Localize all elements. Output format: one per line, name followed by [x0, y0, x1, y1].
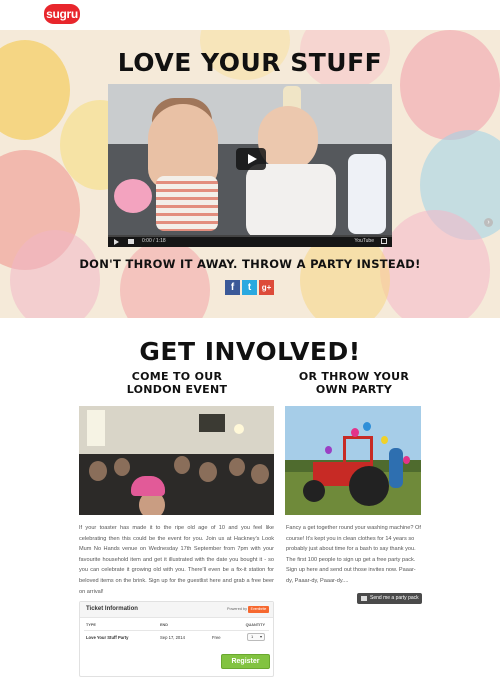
own-party-heading: OR THROW YOUR OWN PARTY [286, 370, 422, 396]
heading-line: LONDON EVENT [126, 383, 228, 396]
ticket-header: Ticket Information Powered by Eventbrite [80, 602, 273, 618]
column-header-quantity: QUANTITY [245, 623, 265, 627]
google-plus-share-icon[interactable]: g+ [259, 280, 274, 295]
photo-detail [114, 458, 130, 476]
london-event-description: If your toaster has made it to the ripe … [79, 525, 274, 595]
top-bar: sugru [0, 0, 500, 30]
balloon-decoration [400, 30, 500, 140]
facebook-share-icon[interactable]: f [225, 280, 240, 295]
london-event-photo [79, 406, 274, 515]
photo-detail [349, 466, 389, 506]
column-header-end: END [160, 623, 169, 627]
photo-detail [234, 424, 244, 434]
control-play-icon[interactable] [114, 239, 119, 245]
photo-detail [303, 480, 325, 502]
video-controls: 0:00 / 1:18 YouTube [108, 235, 392, 247]
send-party-pack-label: Send me a party pack [370, 595, 419, 601]
youtube-logo[interactable]: YouTube [354, 238, 374, 244]
divider [84, 630, 269, 631]
register-button[interactable]: Register [221, 654, 270, 669]
photo-detail [251, 464, 269, 484]
photo-detail [89, 461, 107, 481]
column-header-type: TYPE [86, 623, 96, 627]
photo-detail [403, 456, 410, 464]
next-arrow-icon[interactable]: › [484, 218, 493, 227]
photo-detail [87, 410, 105, 446]
photo-detail [389, 448, 403, 488]
ticket-price: Free [212, 635, 221, 640]
heading-line: OWN PARTY [315, 383, 393, 396]
powered-by-label: Powered by [226, 607, 247, 611]
video-frame [114, 179, 152, 213]
london-event-heading: COME TO OUR LONDON EVENT [82, 370, 272, 396]
twitter-share-icon[interactable]: t [242, 280, 257, 295]
ticket-end-date: Sep 17, 2014 [160, 635, 185, 640]
ticket-widget: Ticket Information Powered by Eventbrite… [79, 601, 274, 677]
sugru-logo[interactable]: sugru [44, 4, 80, 24]
own-party-description: Fancy a get together round your washing … [286, 525, 421, 584]
photo-detail [381, 436, 388, 444]
envelope-icon [361, 596, 367, 601]
photo-detail [363, 422, 371, 431]
photo-detail [229, 458, 245, 476]
photo-detail [351, 428, 359, 437]
play-icon[interactable] [236, 148, 266, 170]
video-time: 0:00 / 1:18 [142, 238, 166, 244]
video-progress-bar[interactable] [108, 235, 392, 237]
video-frame [246, 164, 336, 239]
party-tractor-photo [285, 406, 421, 515]
eventbrite-logo[interactable]: Eventbrite [248, 606, 269, 613]
video-frame [156, 176, 218, 231]
quantity-select[interactable]: 1 [247, 633, 265, 641]
photo-detail [79, 406, 274, 456]
photo-detail [199, 414, 225, 432]
photo-detail [325, 446, 332, 454]
hero-tagline: DON'T THROW IT AWAY. THROW A PARTY INSTE… [79, 257, 421, 271]
heading-line: OR THROW YOUR [298, 370, 410, 383]
ticket-title: Ticket Information [86, 606, 138, 612]
photo-detail [174, 456, 190, 474]
fullscreen-icon[interactable] [381, 238, 387, 244]
photo-detail [131, 476, 165, 496]
heading-line: COME TO OUR [131, 370, 223, 383]
video-player[interactable]: 0:00 / 1:18 YouTube [108, 84, 392, 247]
volume-icon[interactable] [128, 239, 134, 244]
ticket-type: Love Your Stuff Party [86, 635, 129, 640]
send-party-pack-button[interactable]: Send me a party pack [357, 593, 422, 604]
photo-detail [199, 462, 217, 482]
hero-title: LOVE YOUR STUFF [117, 48, 383, 77]
balloon-decoration [120, 240, 210, 318]
hero-section: LOVE YOUR STUFF 0:00 / 1:18 YouTube DON'… [0, 30, 500, 318]
balloon-decoration [10, 230, 100, 318]
video-frame [258, 106, 318, 171]
video-frame [348, 154, 386, 234]
get-involved-title: GET INVOLVED! [139, 337, 361, 366]
